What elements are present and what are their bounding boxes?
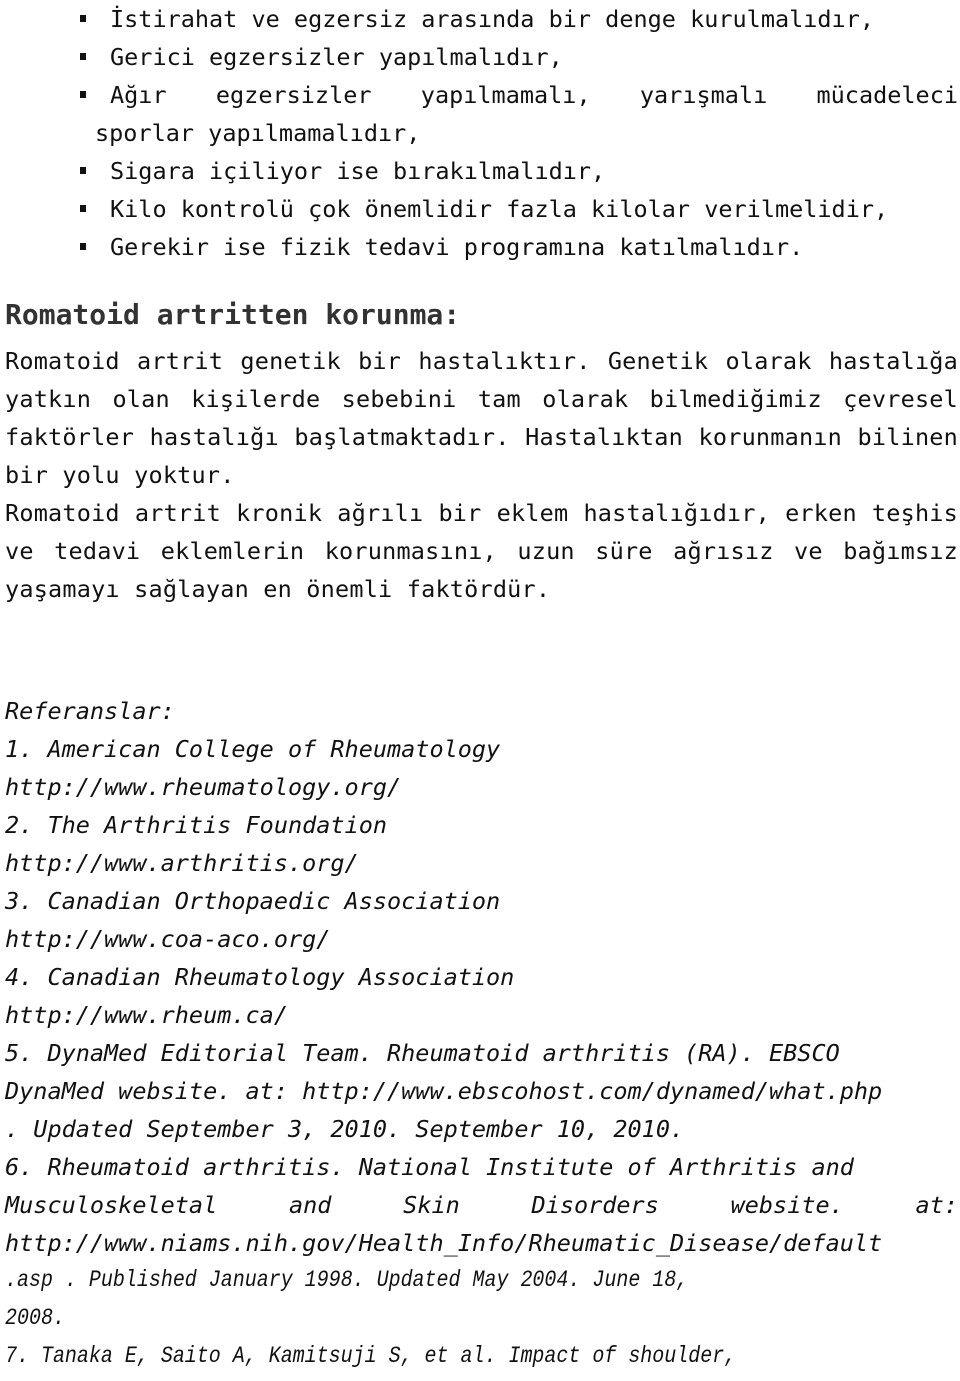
square-bullet-icon [80,205,86,212]
reference-name: 3. Canadian Orthopaedic Association [5,887,501,915]
square-bullet-icon [80,91,86,98]
square-bullet-icon [80,167,86,174]
paragraph-early-treatment: Romatoid artrit kronik ağrılı bir eklem … [5,499,958,603]
list-item: İstirahat ve egzersiz arasında bir denge… [5,0,958,38]
list-item-text: Ağır egzersizler yapılmamalı, yarışmalı … [110,81,958,109]
square-bullet-icon [80,15,86,22]
list-item-text: Sigara içiliyor ise bırakılmalıdır, [110,157,606,185]
list-item-text: İstirahat ve egzersiz arasında bir denge… [110,5,875,33]
list-item-text-continuation: sporlar yapılmamalıdır, [95,119,421,147]
references-section: Referanslar: 1. American College of Rheu… [5,692,958,1376]
reference-6-line-2: Musculoskeletal and Skin Disorders websi… [5,1191,958,1219]
reference-link[interactable]: http://www.rheumatology.org/ [5,768,958,806]
list-item: Gerici egzersizler yapılmalıdır, [5,38,958,76]
list-item: Kilo kontrolü çok önemlidir fazla kilola… [5,190,958,228]
recommendation-list: İstirahat ve egzersiz arasında bir denge… [5,0,958,266]
reference-name: 1. American College of Rheumatology [5,735,501,763]
reference-name: 4. Canadian Rheumatology Association [5,963,515,991]
section-heading: Romatoid artritten korunma: [5,298,461,331]
list-item: Ağır egzersizler yapılmamalı, yarışmalı … [5,76,958,152]
reference-link[interactable]: http://www.coa-aco.org/ [5,920,958,958]
references-title: Referanslar: [5,697,175,725]
reference-6-line-1: 6. Rheumatoid arthritis. National Instit… [5,1153,854,1181]
reference-7-line-1: 7. Tanaka E, Saito A, Kamitsuji S, et al… [5,1343,737,1370]
reference-link[interactable]: http://www.rheum.ca/ [5,996,958,1034]
reference-5-line-2[interactable]: DynaMed website. at: http://www.ebscohos… [5,1072,958,1110]
list-item: Gerekir ise fizik tedavi programına katı… [5,228,958,266]
reference-6-line-4: .asp . Published January 1998. Updated M… [5,1267,689,1294]
reference-5-line-3: . Updated September 3, 2010. September 1… [5,1115,685,1143]
list-item-text: Kilo kontrolü çok önemlidir fazla kilola… [110,195,889,223]
reference-5-line-1: 5. DynaMed Editorial Team. Rheumatoid ar… [5,1039,840,1067]
paragraph-genetics: Romatoid artrit genetik bir hastalıktır.… [5,347,958,489]
document-page: İstirahat ve egzersiz arasında bir denge… [5,0,958,1376]
list-item-text: Gerekir ise fizik tedavi programına katı… [110,233,804,261]
reference-6-line-3[interactable]: http://www.niams.nih.gov/Health_Info/Rhe… [5,1224,958,1262]
square-bullet-icon [80,53,86,60]
list-item: Sigara içiliyor ise bırakılmalıdır, [5,152,958,190]
list-item-text: Gerici egzersizler yapılmalıdır, [110,43,563,71]
reference-name: 2. The Arthritis Foundation [5,811,388,839]
reference-link[interactable]: http://www.arthritis.org/ [5,844,958,882]
reference-6-line-5: 2008. [5,1305,65,1332]
square-bullet-icon [80,243,86,250]
